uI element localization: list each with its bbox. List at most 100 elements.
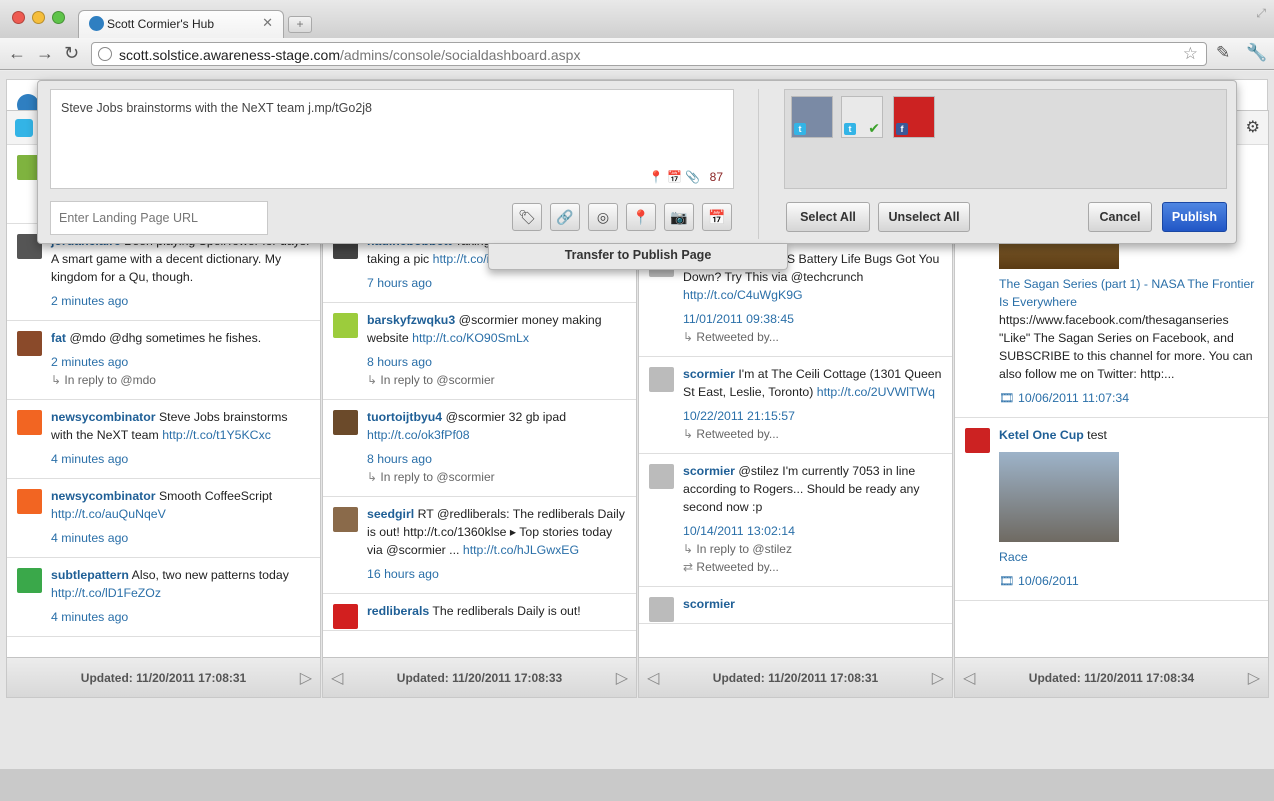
- avatar[interactable]: [17, 331, 42, 356]
- cancel-button[interactable]: Cancel: [1088, 202, 1152, 232]
- avatar[interactable]: [333, 410, 358, 435]
- next-arrow-icon[interactable]: ▷: [300, 668, 312, 688]
- timestamp[interactable]: 10/22/2011 21:15:57: [683, 407, 942, 425]
- location-button[interactable]: 📍: [626, 203, 656, 231]
- message-textarea[interactable]: Steve Jobs brainstorms with the NeXT tea…: [50, 89, 734, 189]
- tag-button[interactable]: 🏷: [512, 203, 542, 231]
- post-link[interactable]: http://t.co/hJLGwxEG: [463, 543, 579, 557]
- timestamp[interactable]: 16 hours ago: [367, 565, 626, 583]
- forward-icon[interactable]: →: [36, 42, 54, 64]
- timestamp[interactable]: 11/01/2011 09:38:45: [683, 310, 942, 328]
- avatar[interactable]: [649, 597, 674, 622]
- account-avatar[interactable]: t: [791, 96, 833, 138]
- post-link[interactable]: http://t.co/ok3fPf08: [367, 428, 470, 442]
- updated-label: Updated: 11/20/2011 17:08:31: [80, 671, 247, 685]
- link-button[interactable]: 🔗: [550, 203, 580, 231]
- reload-icon[interactable]: ↻: [64, 42, 79, 64]
- username-link[interactable]: seedgirl: [367, 507, 414, 521]
- target-button[interactable]: ◎: [588, 203, 618, 231]
- post-text: Smooth CoffeeScript: [158, 489, 273, 503]
- next-arrow-icon[interactable]: ▷: [932, 668, 944, 688]
- timestamp[interactable]: 2 minutes ago: [51, 353, 310, 371]
- avatar[interactable]: [649, 367, 674, 392]
- username-link[interactable]: subtlepattern: [51, 568, 129, 582]
- post-link[interactable]: http://t.co/t1Y5KCxc: [162, 428, 271, 442]
- column-footer: ◁ Updated: 11/20/2011 17:08:33 ▷: [323, 657, 636, 697]
- browser-toolbar: ← → ↻ scott.solstice.awareness-stage.com…: [0, 38, 1274, 70]
- timestamp[interactable]: 2 minutes ago: [51, 292, 310, 310]
- account-avatar[interactable]: f: [893, 96, 935, 138]
- next-arrow-icon[interactable]: ▷: [616, 668, 628, 688]
- timestamp: 🎞 10/06/2011 11:07:34: [999, 391, 1130, 405]
- publish-button[interactable]: Publish: [1162, 202, 1227, 232]
- post-link[interactable]: http://t.co/2UVWlTWq: [817, 385, 935, 399]
- reply-meta: ↳ In reply to @stilez: [683, 542, 792, 556]
- username-link[interactable]: newsycombinator: [51, 489, 156, 503]
- attachment-icon[interactable]: 📎: [685, 170, 700, 184]
- avatar[interactable]: [333, 507, 358, 532]
- wrench-icon[interactable]: 🔧: [1246, 43, 1267, 63]
- stream-item: seedgirl RT @redliberals: The redliberal…: [323, 497, 636, 594]
- reply-icon: ↳: [683, 330, 694, 344]
- post-link[interactable]: http://t.co/C4uWgK9G: [683, 288, 803, 302]
- post-link[interactable]: http://t.co/KO90SmLx: [412, 331, 529, 345]
- avatar[interactable]: [649, 464, 674, 489]
- timestamp[interactable]: 10/14/2011 13:02:14: [683, 522, 942, 540]
- close-window-button[interactable]: [12, 11, 25, 24]
- post-link[interactable]: http://t.co/lD1FeZOz: [51, 586, 161, 600]
- new-tab-button[interactable]: +: [288, 16, 312, 33]
- account-avatar[interactable]: t ✔: [841, 96, 883, 138]
- avatar[interactable]: [333, 313, 358, 338]
- zoom-window-button[interactable]: [52, 11, 65, 24]
- browser-tab[interactable]: Scott Cormier's Hub ✕: [78, 10, 284, 38]
- landing-page-url-input[interactable]: [50, 201, 268, 235]
- username-link[interactable]: fat: [51, 331, 66, 345]
- avatar[interactable]: [965, 428, 990, 453]
- location-pin-icon[interactable]: 📍: [649, 170, 664, 184]
- account-selector: t t ✔ f: [784, 89, 1227, 189]
- fullscreen-icon[interactable]: ⤢: [1256, 6, 1266, 21]
- calendar-icon[interactable]: 📅: [667, 170, 682, 184]
- username-link[interactable]: scormier: [683, 464, 735, 478]
- twitter-icon: [15, 119, 33, 137]
- unselect-all-button[interactable]: Unselect All: [878, 202, 970, 232]
- video-thumbnail[interactable]: [999, 452, 1119, 542]
- username-link[interactable]: redliberals: [367, 604, 429, 618]
- timestamp[interactable]: 8 hours ago: [367, 353, 626, 371]
- reply-icon: ↳: [51, 373, 62, 387]
- username-link[interactable]: scormier: [683, 367, 735, 381]
- username-link[interactable]: Ketel One Cup: [999, 428, 1084, 442]
- post-link[interactable]: http://t.co/auQuNqeV: [51, 507, 166, 521]
- select-all-button[interactable]: Select All: [786, 202, 870, 232]
- timestamp[interactable]: 4 minutes ago: [51, 608, 310, 626]
- timestamp[interactable]: 4 minutes ago: [51, 529, 310, 547]
- avatar[interactable]: [17, 568, 42, 593]
- username-link[interactable]: newsycombinator: [51, 410, 156, 424]
- browser-titlebar: Scott Cormier's Hub ✕ + ⤢: [0, 0, 1274, 38]
- video-title-link[interactable]: Race: [999, 550, 1028, 564]
- camera-button[interactable]: 📷: [664, 203, 694, 231]
- transfer-to-publish-button[interactable]: Transfer to Publish Page: [488, 244, 788, 270]
- schedule-button[interactable]: 📅: [702, 203, 732, 231]
- extension-icon[interactable]: ✎: [1216, 43, 1230, 63]
- address-bar[interactable]: scott.solstice.awareness-stage.com/admin…: [91, 42, 1207, 66]
- timestamp[interactable]: 8 hours ago: [367, 450, 626, 468]
- publish-composer: Steve Jobs brainstorms with the NeXT tea…: [37, 80, 1237, 244]
- avatar[interactable]: [17, 489, 42, 514]
- minimize-window-button[interactable]: [32, 11, 45, 24]
- timestamp[interactable]: 7 hours ago: [367, 274, 626, 292]
- back-icon[interactable]: ←: [8, 42, 26, 64]
- avatar[interactable]: [333, 604, 358, 629]
- username-link[interactable]: scormier: [683, 597, 735, 611]
- username-link[interactable]: tuortoijtbyu4: [367, 410, 442, 424]
- video-title-link[interactable]: The Sagan Series (part 1) - NASA The Fro…: [999, 277, 1254, 309]
- close-tab-icon[interactable]: ✕: [262, 15, 273, 31]
- post-text: @mdo @dhg sometimes he fishes.: [69, 331, 262, 345]
- timestamp[interactable]: 4 minutes ago: [51, 450, 310, 468]
- gear-icon[interactable]: ⚙: [1246, 117, 1260, 137]
- avatar[interactable]: [17, 410, 42, 435]
- next-arrow-icon[interactable]: ▷: [1248, 668, 1260, 688]
- bookmark-star-icon[interactable]: ☆: [1183, 44, 1198, 64]
- username-link[interactable]: barskyfzwqku3: [367, 313, 455, 327]
- post-text: @scormier 32 gb ipad: [445, 410, 567, 424]
